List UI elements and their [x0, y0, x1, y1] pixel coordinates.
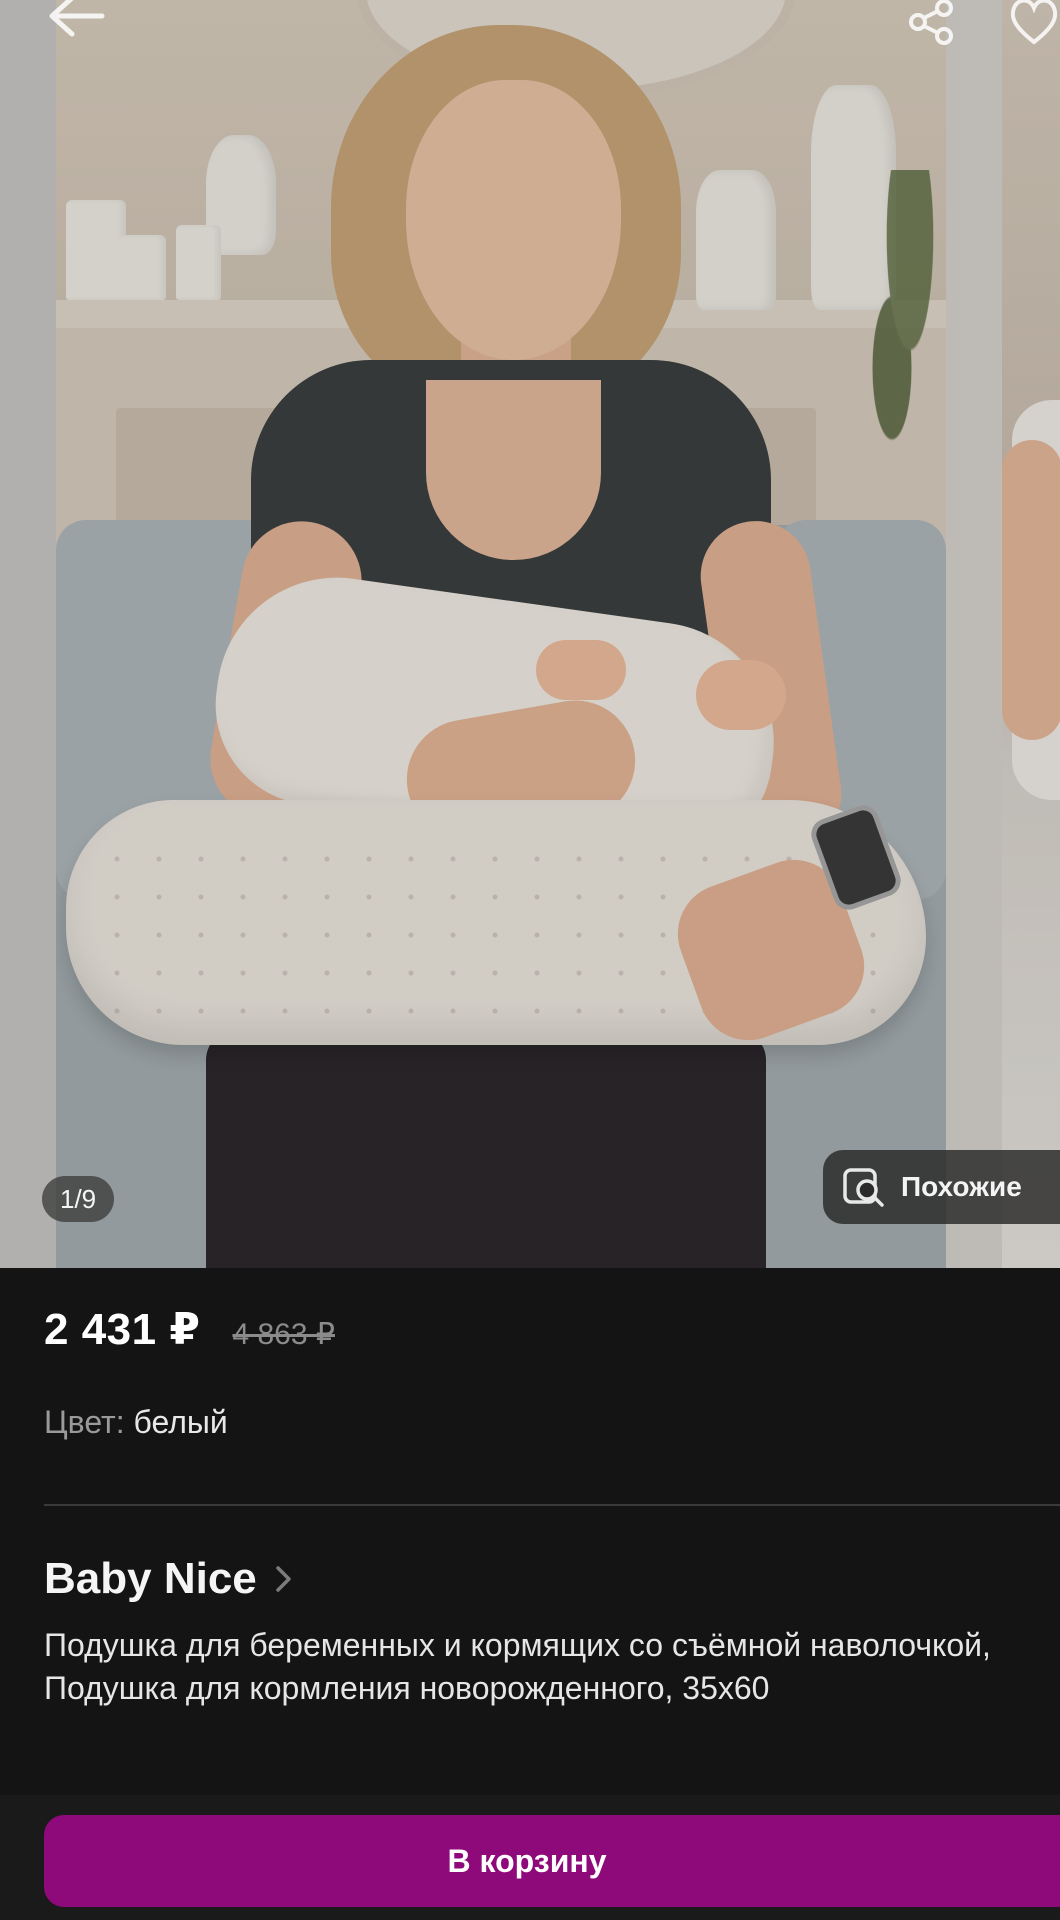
share-icon[interactable] — [904, 0, 960, 48]
product-image-gallery[interactable]: 1/9 Похожие — [0, 0, 1060, 1268]
section-divider — [44, 1504, 1060, 1506]
color-value: белый — [133, 1404, 228, 1440]
similar-products-button[interactable]: Похожие — [823, 1150, 1060, 1224]
gallery-shade — [0, 0, 1060, 1268]
brand-name: Baby Nice — [44, 1554, 257, 1603]
brand-link[interactable]: Baby Nice — [44, 1554, 295, 1604]
color-label: Цвет: — [44, 1404, 125, 1440]
product-title: Подушка для беременных и кормящих со съё… — [44, 1627, 991, 1706]
price-row: 2 431 ₽ 4 863 ₽ — [44, 1304, 335, 1355]
chevron-right-icon — [276, 1566, 291, 1592]
color-selector[interactable]: Цвет: белый — [44, 1404, 228, 1441]
back-arrow-icon[interactable] — [42, 0, 106, 46]
add-to-cart-button[interactable]: В корзину — [44, 1815, 1060, 1907]
image-counter: 1/9 — [42, 1176, 115, 1222]
similar-label: Похожие — [901, 1171, 1022, 1202]
similar-search-icon — [843, 1168, 884, 1207]
heart-icon[interactable] — [1006, 0, 1060, 46]
old-price: 4 863 ₽ — [232, 1318, 335, 1351]
current-price: 2 431 ₽ — [44, 1305, 201, 1354]
